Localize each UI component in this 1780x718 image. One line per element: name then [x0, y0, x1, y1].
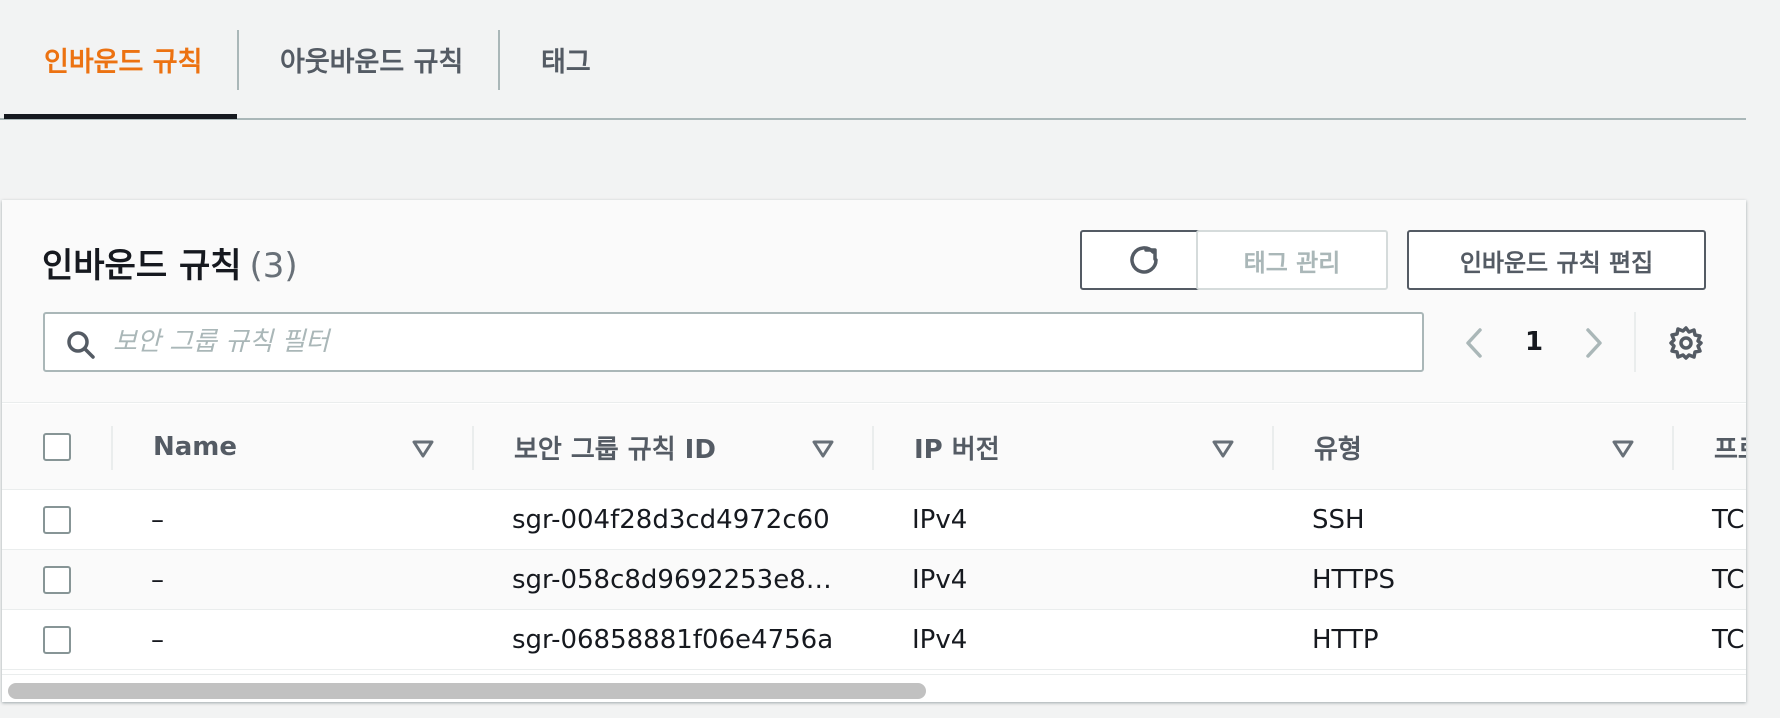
panel-header: 인바운드 규칙(3) 태그 관리 인바운드 규칙 편집 1 — [2, 200, 1746, 403]
pager-divider — [1634, 312, 1636, 372]
cell-type: HTTPS — [1312, 565, 1396, 595]
search-icon — [67, 331, 95, 359]
cell-ip-version: IPv4 — [912, 565, 968, 595]
column-separator[interactable] — [872, 426, 874, 470]
active-tab-indicator — [4, 114, 237, 119]
column-header-ip-version[interactable]: IP 버전 — [914, 404, 1000, 490]
cell-ip-version: IPv4 — [912, 505, 968, 535]
column-separator[interactable] — [472, 426, 474, 470]
cell-name: – — [151, 505, 164, 535]
current-page-number[interactable]: 1 — [1514, 322, 1554, 362]
table-row[interactable]: – sgr-06858881f06e4756a IPv4 HTTP TC — [2, 610, 1746, 670]
edit-inbound-rules-button[interactable]: 인바운드 규칙 편집 — [1407, 230, 1706, 290]
sort-icon[interactable] — [412, 440, 434, 458]
column-separator[interactable] — [1272, 426, 1274, 470]
row-checkbox[interactable] — [43, 566, 71, 594]
cell-type: SSH — [1312, 505, 1365, 535]
cell-rule-id: sgr-06858881f06e4756a — [512, 625, 834, 655]
inbound-rules-panel: 인바운드 규칙(3) 태그 관리 인바운드 규칙 편집 1 — [2, 200, 1746, 702]
search-input[interactable] — [113, 320, 1403, 364]
sort-icon[interactable] — [1612, 440, 1634, 458]
cell-protocol: TC — [1712, 505, 1745, 535]
cell-protocol: TC — [1712, 625, 1745, 655]
row-checkbox[interactable] — [43, 626, 71, 654]
scrollbar-thumb[interactable] — [8, 683, 926, 699]
select-all-checkbox[interactable] — [43, 433, 71, 461]
cell-ip-version: IPv4 — [912, 625, 968, 655]
tab-tags[interactable]: 태그 — [541, 0, 591, 118]
cell-name: – — [151, 565, 164, 595]
gear-icon[interactable] — [1667, 324, 1705, 362]
cell-type: HTTP — [1312, 625, 1379, 655]
table-header: Name 보안 그룹 규칙 ID IP 버전 유형 프로 — [2, 404, 1746, 490]
cell-rule-id: sgr-004f28d3cd4972c60 — [512, 505, 830, 535]
row-checkbox[interactable] — [43, 506, 71, 534]
sort-icon[interactable] — [1212, 440, 1234, 458]
tab-outbound-rules[interactable]: 아웃바운드 규칙 — [280, 0, 463, 118]
table-row[interactable]: – sgr-058c8d9692253e8… IPv4 HTTPS TC — [2, 550, 1746, 610]
refresh-button[interactable] — [1080, 230, 1208, 290]
column-header-protocol[interactable]: 프로 — [1714, 404, 1746, 490]
rule-count: (3) — [249, 246, 298, 286]
refresh-icon — [1130, 246, 1158, 274]
column-header-rule-id[interactable]: 보안 그룹 규칙 ID — [514, 404, 716, 490]
next-page-icon[interactable] — [1578, 326, 1608, 360]
cell-protocol: TC — [1712, 565, 1745, 595]
previous-page-icon[interactable] — [1460, 326, 1490, 360]
cell-rule-id: sgr-058c8d9692253e8… — [512, 565, 832, 595]
tab-bar: 인바운드 규칙 아웃바운드 규칙 태그 — [0, 0, 1746, 120]
tab-divider — [237, 30, 239, 90]
column-header-name[interactable]: Name — [153, 404, 237, 490]
column-separator[interactable] — [1672, 426, 1674, 470]
tab-divider — [498, 30, 500, 90]
search-box — [43, 312, 1424, 372]
manage-tags-button[interactable]: 태그 관리 — [1196, 230, 1388, 290]
sort-icon[interactable] — [812, 440, 834, 458]
column-separator — [111, 426, 113, 470]
column-header-type[interactable]: 유형 — [1314, 404, 1362, 490]
panel-title-text: 인바운드 규칙 — [42, 246, 242, 286]
cell-name: – — [151, 625, 164, 655]
table-row[interactable]: – sgr-004f28d3cd4972c60 IPv4 SSH TC — [2, 490, 1746, 550]
panel-title: 인바운드 규칙 (3) — [42, 238, 298, 287]
horizontal-scrollbar[interactable] — [2, 674, 1746, 702]
tab-inbound-rules[interactable]: 인바운드 규칙 — [44, 0, 202, 118]
